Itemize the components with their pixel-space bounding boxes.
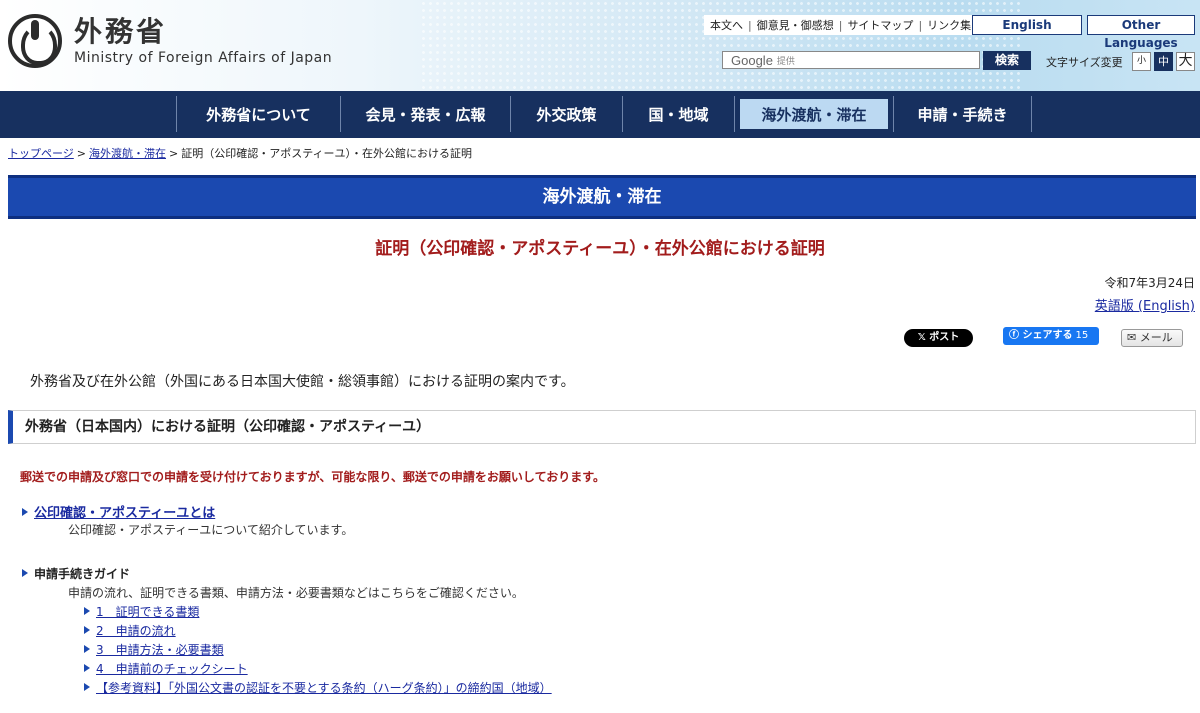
triangle-bullet-icon (84, 683, 90, 691)
notice-text: 郵送での申請及び窓口での申請を受け付けておりますが、可能な限り、郵送での申請をお… (20, 470, 606, 484)
facebook-share-count: 15 (1075, 330, 1089, 341)
list-item: 4 申請前のチェックシート (84, 660, 552, 679)
skip-to-content-link[interactable]: 本文へ (710, 17, 743, 33)
triangle-bullet-icon (84, 664, 90, 672)
guide-description: 申請の流れ、証明できる書類、申請方法・必要書類などはこちらをご確認ください。 (68, 586, 524, 600)
mofa-emblem-icon (8, 14, 62, 68)
guide-link-method[interactable]: 3 申請方法・必要書類 (96, 643, 224, 657)
nav-about-mofa[interactable]: 外務省について (177, 96, 341, 132)
intro-text: 外務省及び在外公館（外国にある日本国大使館・総領事館）における証明の案内です。 (30, 374, 575, 390)
guide-links: 1 証明できる書類 2 申請の流れ 3 申請方法・必要書類 4 申請前のチェック… (84, 603, 552, 698)
logo-title-en: Ministry of Foreign Affairs of Japan (74, 49, 333, 66)
mail-icon: ✉ (1127, 331, 1140, 344)
about-apostille-description: 公印確認・アポスティーユについて紹介しています。 (68, 523, 354, 537)
section-heading: 外務省（日本国内）における証明（公印確認・アポスティーユ） (8, 410, 1196, 444)
list-item: 1 証明できる書類 (84, 603, 552, 622)
facebook-icon: ⓕ (1009, 330, 1023, 341)
site-header: 外務省 Ministry of Foreign Affairs of Japan… (0, 0, 1200, 91)
utility-links: 本文へ | 御意見・御感想 | サイトマップ | リンク集 (704, 15, 978, 35)
sitemap-link[interactable]: サイトマップ (847, 17, 913, 33)
list-item: 3 申請方法・必要書類 (84, 641, 552, 660)
section-banner: 海外渡航・滞在 (8, 175, 1196, 219)
separator: | (918, 18, 923, 32)
guide-link-documents[interactable]: 1 証明できる書類 (96, 605, 199, 619)
global-nav: 外務省について 会見・発表・広報 外交政策 国・地域 海外渡航・滞在 申請・手続… (0, 91, 1200, 138)
guide-link-hague-parties[interactable]: 【参考資料】「外国公文書の認証を不要とする条約（ハーグ条約）」の締約国（地域） (96, 681, 552, 695)
guide-title: 申請手続きガイド (34, 567, 131, 581)
mail-label: メール (1139, 331, 1173, 344)
font-size-medium-button[interactable]: 中 (1154, 52, 1173, 71)
separator: | (838, 18, 843, 32)
triangle-bullet-icon (22, 569, 28, 577)
triangle-bullet-icon (84, 626, 90, 634)
nav-foreign-policy[interactable]: 外交政策 (511, 96, 623, 132)
nav-press[interactable]: 会見・発表・広報 (341, 96, 511, 132)
x-post-button[interactable]: 𝕏 ポスト (904, 329, 973, 347)
facebook-share-button[interactable]: ⓕ シェアする 15 (1003, 327, 1099, 345)
mail-button[interactable]: ✉ メール (1121, 329, 1183, 347)
list-item: 【参考資料】「外国公文書の認証を不要とする条約（ハーグ条約）」の締約国（地域） (84, 679, 552, 698)
google-logo: Google (731, 52, 773, 68)
site-logo[interactable]: 外務省 Ministry of Foreign Affairs of Japan (8, 14, 332, 68)
feedback-link[interactable]: 御意見・御感想 (757, 17, 834, 33)
breadcrumb: トップページ > 海外渡航・滞在 > 証明（公印確認・アポスティーユ）・在外公館における… (8, 147, 473, 160)
nav-travel-stay[interactable]: 海外渡航・滞在 (740, 99, 888, 129)
list-item: 公印確認・アポスティーユとは (22, 502, 215, 521)
logo-title-ja: 外務省 (74, 14, 168, 48)
triangle-bullet-icon (84, 607, 90, 615)
world-map-decoration (420, 0, 1020, 91)
font-size-label: 文字サイズ変更 (1046, 56, 1123, 69)
about-apostille-link[interactable]: 公印確認・アポスティーユとは (34, 506, 215, 521)
breadcrumb-section-link[interactable]: 海外渡航・滞在 (89, 147, 166, 160)
font-size-large-button[interactable]: 大 (1176, 52, 1195, 71)
facebook-share-label: シェアする (1022, 330, 1073, 341)
breadcrumb-home-link[interactable]: トップページ (8, 147, 74, 160)
guide-link-checksheet[interactable]: 4 申請前のチェックシート (96, 662, 248, 676)
separator: | (748, 18, 752, 32)
page-title: 証明（公印確認・アポスティーユ）・在外公館における証明 (375, 239, 825, 259)
links-link[interactable]: リンク集 (927, 17, 971, 33)
list-item: 2 申請の流れ (84, 622, 552, 641)
guide-link-flow[interactable]: 2 申請の流れ (96, 624, 176, 638)
nav-applications[interactable]: 申請・手続き (894, 96, 1032, 132)
triangle-bullet-icon (84, 645, 90, 653)
nav-countries-regions[interactable]: 国・地域 (623, 96, 735, 132)
other-languages-button[interactable]: Other Languages (1087, 15, 1195, 50)
breadcrumb-current: 証明（公印確認・アポスティーユ）・在外公館における証明 (181, 147, 473, 160)
publish-date: 令和7年3月24日 (1104, 276, 1195, 290)
search-provided-label: 提供 (776, 56, 795, 67)
english-version-link[interactable]: 英語版 (English) (1095, 295, 1195, 314)
list-item: 申請手続きガイド (22, 565, 130, 582)
search-input[interactable]: Google 提供 (722, 51, 980, 69)
english-button[interactable]: English (972, 15, 1082, 35)
triangle-bullet-icon (22, 508, 28, 516)
font-size-small-button[interactable]: 小 (1132, 52, 1151, 71)
search-button[interactable]: 検索 (983, 51, 1031, 70)
